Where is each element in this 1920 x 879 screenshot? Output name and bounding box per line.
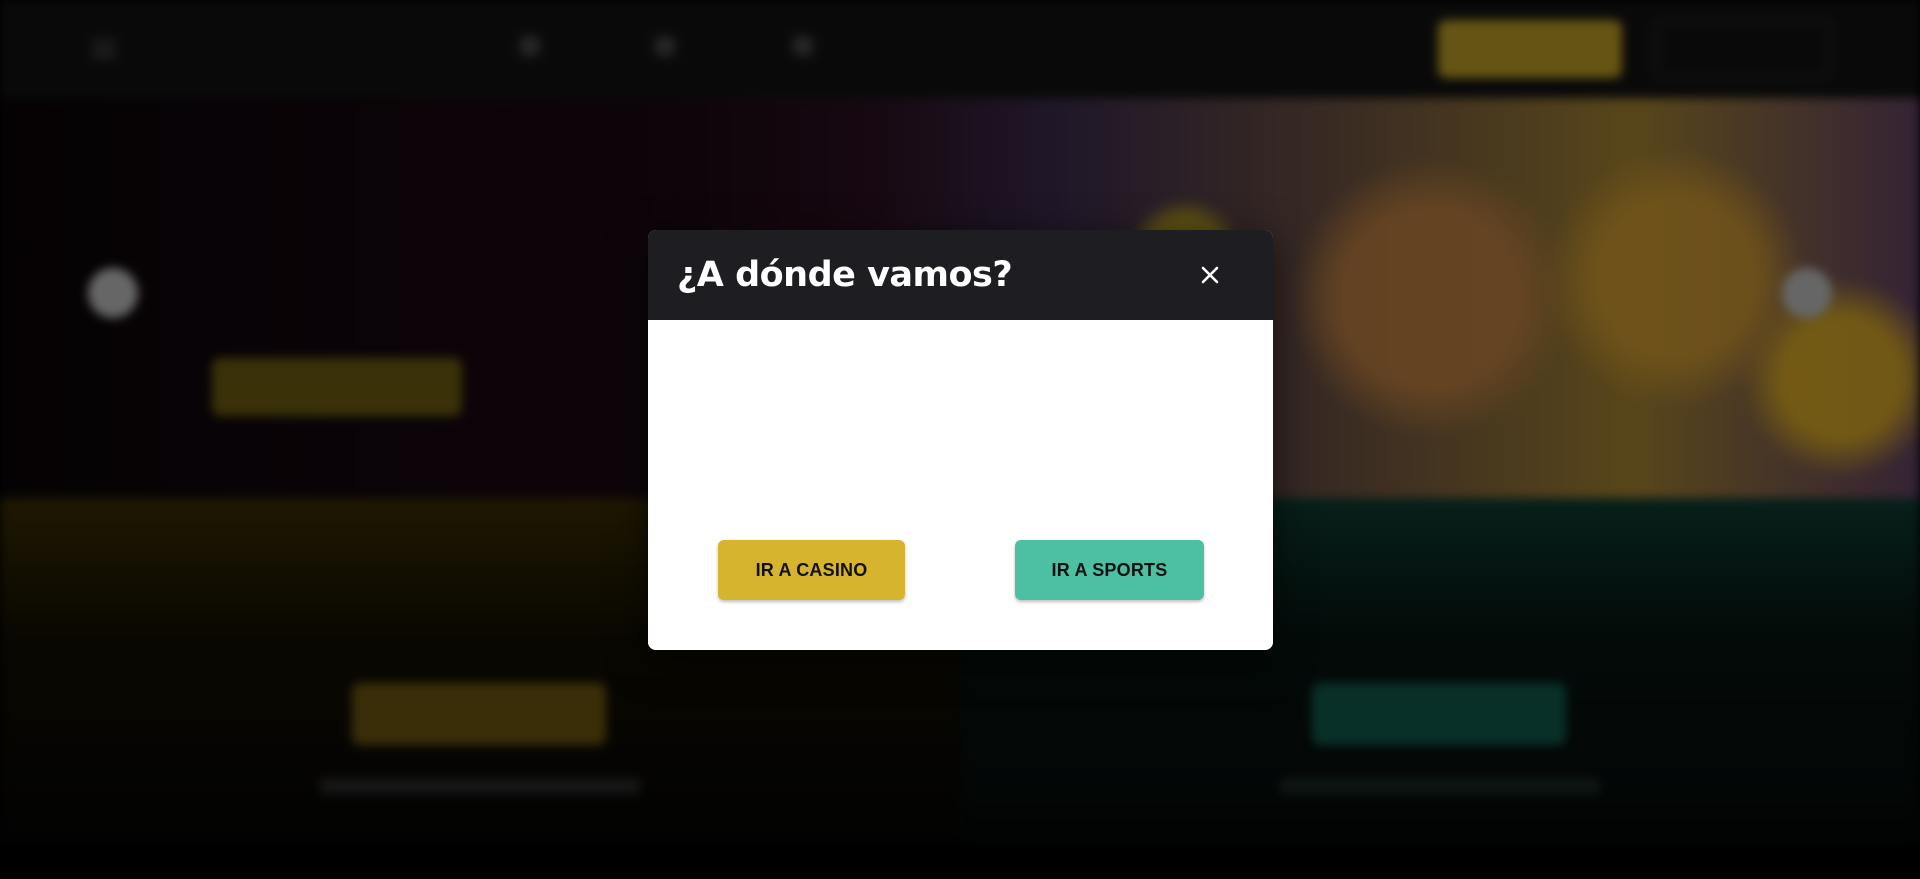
go-to-sports-button[interactable]: IR A SPORTS xyxy=(1015,540,1204,600)
go-to-casino-button[interactable]: IR A CASINO xyxy=(718,540,905,600)
destination-modal: ¿A dónde vamos? IR A CASINO IR A SPORTS xyxy=(648,230,1273,650)
modal-body: IR A CASINO IR A SPORTS xyxy=(648,320,1273,650)
close-icon xyxy=(1201,266,1219,284)
close-button[interactable] xyxy=(1196,261,1224,289)
modal-title: ¿A dónde vamos? xyxy=(677,255,1013,295)
modal-header: ¿A dónde vamos? xyxy=(648,230,1273,320)
